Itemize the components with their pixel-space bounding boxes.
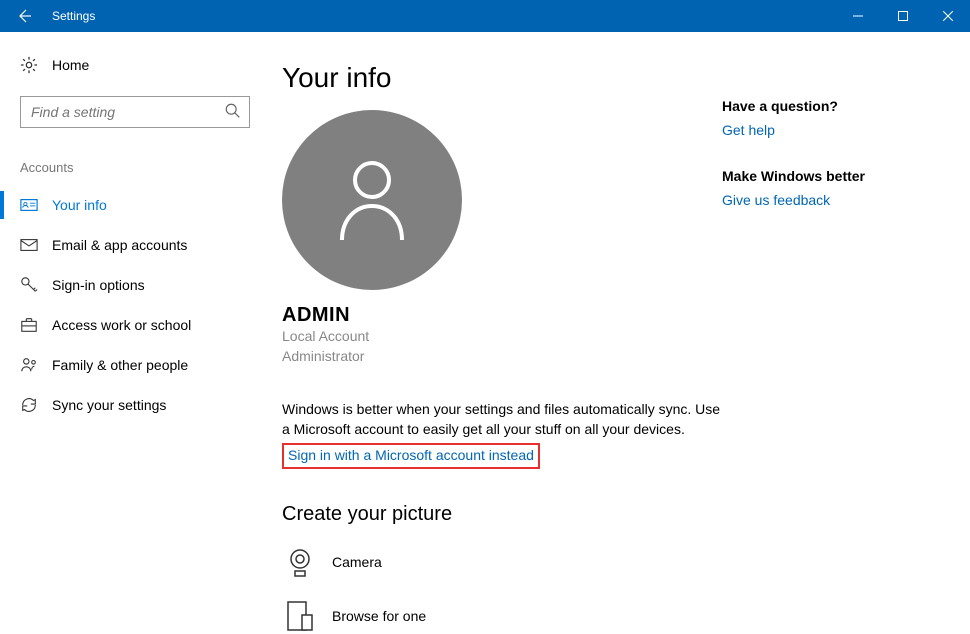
- browse-button[interactable]: Browse for one: [282, 598, 722, 634]
- camera-button[interactable]: Camera: [282, 544, 722, 580]
- titlebar: Settings: [0, 0, 970, 32]
- sidebar: Home Accounts Your info Email & app acco…: [0, 32, 270, 616]
- maximize-button[interactable]: [880, 0, 925, 32]
- search-icon: [224, 102, 242, 120]
- minimize-button[interactable]: [835, 0, 880, 32]
- id-card-icon: [20, 196, 38, 214]
- sidebar-item-label: Email & app accounts: [52, 237, 187, 253]
- close-button[interactable]: [925, 0, 970, 32]
- sidebar-item-work-school[interactable]: Access work or school: [0, 305, 270, 345]
- close-icon: [943, 11, 953, 21]
- sync-icon: [20, 396, 38, 414]
- person-icon: [332, 155, 412, 245]
- back-button[interactable]: [0, 0, 48, 32]
- sidebar-item-label: Sign-in options: [52, 277, 145, 293]
- sidebar-item-label: Sync your settings: [52, 397, 166, 413]
- home-label: Home: [52, 57, 89, 73]
- username: ADMIN: [282, 304, 722, 327]
- key-icon: [20, 276, 38, 294]
- question-heading: Have a question?: [722, 98, 922, 114]
- browse-label: Browse for one: [332, 608, 426, 624]
- sidebar-item-email[interactable]: Email & app accounts: [0, 225, 270, 265]
- signin-microsoft-link[interactable]: Sign in with a Microsoft account instead: [288, 447, 534, 463]
- camera-label: Camera: [332, 554, 382, 570]
- feedback-heading: Make Windows better: [722, 168, 922, 184]
- feedback-link[interactable]: Give us feedback: [722, 192, 922, 208]
- get-help-link[interactable]: Get help: [722, 122, 922, 138]
- search-input[interactable]: [20, 96, 250, 128]
- briefcase-icon: [20, 316, 38, 334]
- home-button[interactable]: Home: [0, 48, 270, 82]
- sidebar-item-label: Your info: [52, 197, 107, 213]
- right-column: Have a question? Get help Make Windows b…: [722, 62, 922, 616]
- arrow-left-icon: [16, 8, 32, 24]
- window-controls: [835, 0, 970, 32]
- maximize-icon: [898, 11, 908, 21]
- account-role: Administrator: [282, 347, 722, 367]
- camera-icon: [285, 547, 315, 577]
- mail-icon: [20, 236, 38, 254]
- page-title: Your info: [282, 62, 722, 94]
- sidebar-item-label: Access work or school: [52, 317, 191, 333]
- window-title: Settings: [48, 9, 95, 23]
- avatar: [282, 110, 462, 290]
- highlight-box: Sign in with a Microsoft account instead: [282, 443, 540, 469]
- main: Your info ADMIN Local Account Administra…: [270, 32, 970, 616]
- search-wrap: [20, 96, 250, 128]
- sidebar-item-signin[interactable]: Sign-in options: [0, 265, 270, 305]
- people-icon: [20, 356, 38, 374]
- sidebar-item-sync[interactable]: Sync your settings: [0, 385, 270, 425]
- sync-description: Windows is better when your settings and…: [282, 400, 722, 439]
- sidebar-item-family[interactable]: Family & other people: [0, 345, 270, 385]
- device-icon: [287, 601, 313, 631]
- gear-icon: [20, 56, 38, 74]
- sidebar-item-label: Family & other people: [52, 357, 188, 373]
- account-type: Local Account: [282, 327, 722, 347]
- minimize-icon: [853, 11, 863, 21]
- section-label: Accounts: [0, 142, 270, 185]
- sidebar-item-your-info[interactable]: Your info: [0, 185, 270, 225]
- picture-heading: Create your picture: [282, 503, 722, 526]
